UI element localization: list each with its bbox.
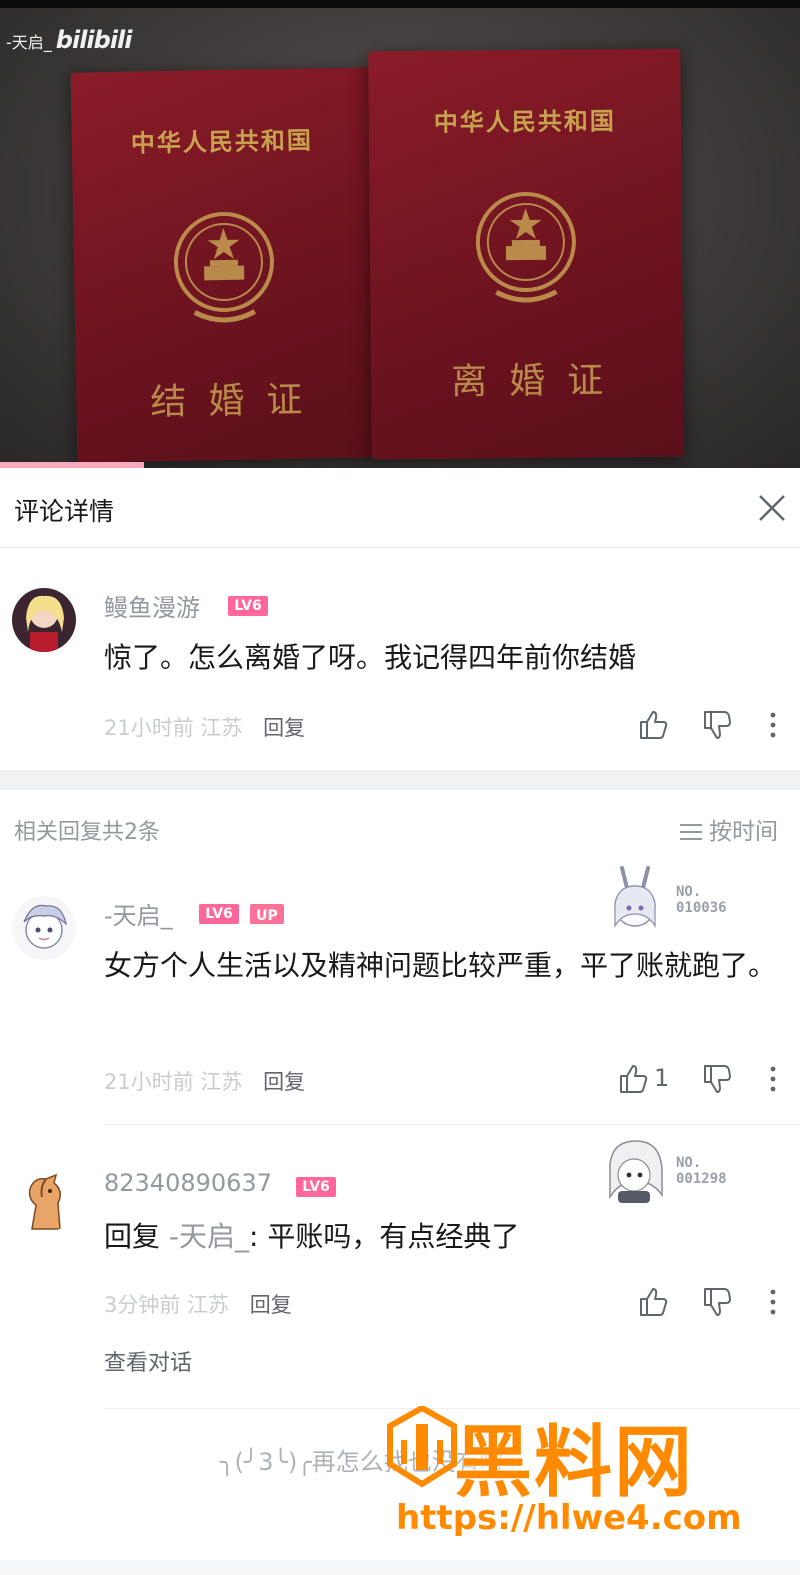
bilibili-logo: bilibili bbox=[55, 26, 133, 54]
comment-username[interactable]: 82340890637 bbox=[104, 1169, 272, 1197]
avatar[interactable] bbox=[12, 896, 76, 960]
sort-by-time-button[interactable]: 按时间 bbox=[679, 812, 778, 846]
marriage-certificate-image: 中华人民共和国 结婚证 bbox=[70, 67, 378, 463]
more-options-icon[interactable] bbox=[766, 1285, 780, 1319]
level-badge: LV6 bbox=[199, 904, 239, 924]
watermark-user: -天启_ bbox=[6, 33, 52, 52]
video-watermark: -天启_ bilibili bbox=[6, 26, 132, 54]
divorce-certificate-image: 中华人民共和国 离婚证 bbox=[368, 48, 684, 460]
national-emblem-icon bbox=[475, 192, 576, 303]
more-options-icon[interactable] bbox=[766, 1062, 780, 1096]
comment-detail-header: 评论详情 bbox=[0, 468, 800, 548]
site-watermark: 黑料网 https://hlwe4.com bbox=[380, 1400, 780, 1560]
booklet-name-text: 离婚证 bbox=[450, 360, 626, 403]
thumbs-up-icon[interactable] bbox=[616, 1062, 650, 1096]
main-comment: 鳗鱼漫游 LV6 惊了。怎么离婚了呀。我记得四年前你结婚 21小时前 江苏 回复 bbox=[0, 548, 800, 770]
thumbs-down-icon[interactable] bbox=[700, 708, 734, 742]
reply-text: : 平账吗，有点经典了 bbox=[249, 1220, 520, 1253]
comment-username[interactable]: -天启_ bbox=[104, 896, 173, 931]
comment-time: 21小时前 bbox=[104, 1070, 194, 1094]
comment-username[interactable]: 鳗鱼漫游 bbox=[104, 588, 200, 623]
reply-button[interactable]: 回复 bbox=[263, 716, 305, 740]
reply-prefix: 回复 bbox=[104, 1220, 169, 1253]
comment-meta: 21小时前 江苏 回复 bbox=[104, 1066, 305, 1096]
medal-character-icon bbox=[614, 866, 656, 929]
related-count: 相关回复共2条 bbox=[14, 820, 160, 845]
booklet-country-text: 中华人民共和国 bbox=[433, 106, 616, 137]
sort-icon bbox=[680, 824, 702, 840]
booklet-name-text: 结婚证 bbox=[150, 379, 325, 424]
fan-medal: NO. 001298 bbox=[600, 1135, 780, 1211]
close-icon[interactable] bbox=[752, 488, 792, 528]
comment-time: 3分钟前 bbox=[104, 1293, 181, 1317]
uploader-badge: UP bbox=[250, 904, 284, 924]
comment-meta: 3分钟前 江苏 回复 bbox=[104, 1289, 292, 1319]
medal-number-label: NO. bbox=[676, 884, 702, 900]
medal-number: NO. 010036 bbox=[676, 884, 727, 916]
page-title: 评论详情 bbox=[14, 497, 115, 526]
level-badge: LV6 bbox=[228, 596, 268, 616]
comment-location: 江苏 bbox=[187, 1293, 230, 1317]
bottom-bar bbox=[0, 1560, 800, 1575]
medal-number: NO. 001298 bbox=[676, 1155, 727, 1187]
site-logo-icon bbox=[387, 1406, 457, 1488]
more-options-icon[interactable] bbox=[766, 708, 780, 742]
reply-button[interactable]: 回复 bbox=[263, 1070, 305, 1094]
related-replies-bar: 相关回复共2条 按时间 bbox=[0, 790, 800, 870]
view-conversation-link[interactable]: 查看对话 bbox=[104, 1345, 192, 1377]
like-count: 1 bbox=[654, 1064, 670, 1092]
fan-medal: NO. 010036 bbox=[600, 864, 780, 940]
comment-text: 回复 -天启_: 平账吗，有点经典了 bbox=[104, 1211, 754, 1263]
thumbs-down-icon[interactable] bbox=[700, 1285, 734, 1319]
site-url: https://hlwe4.com bbox=[396, 1498, 742, 1538]
site-brand: 黑料网 bbox=[454, 1418, 695, 1508]
status-bar bbox=[0, 0, 800, 8]
medal-number-value: 001298 bbox=[676, 1171, 727, 1187]
reply-button[interactable]: 回复 bbox=[250, 1293, 292, 1317]
comment-time: 21小时前 bbox=[104, 716, 194, 740]
national-emblem-icon bbox=[173, 212, 274, 323]
medal-number-label: NO. bbox=[676, 1155, 702, 1171]
reply-to-user-link[interactable]: -天启_ bbox=[169, 1220, 249, 1253]
reply-item: -天启_ LV6 UP NO. 010036 女方个人生活以及精神问题比较严重，… bbox=[0, 866, 800, 1124]
avatar[interactable] bbox=[12, 1169, 76, 1233]
comment-location: 江苏 bbox=[200, 716, 243, 740]
medal-character-icon bbox=[609, 1140, 663, 1203]
comment-meta: 21小时前 江苏 回复 bbox=[104, 712, 305, 742]
section-divider bbox=[0, 770, 800, 790]
video-player[interactable]: 中华人民共和国 结婚证 中华人民共和国 离婚证 -天启_ bilibili bbox=[0, 0, 800, 468]
avatar[interactable] bbox=[12, 588, 76, 652]
medal-number-value: 010036 bbox=[676, 900, 727, 916]
comment-text: 惊了。怎么离婚了呀。我记得四年前你结婚 bbox=[104, 641, 637, 674]
level-badge: LV6 bbox=[296, 1177, 336, 1197]
comment-location: 江苏 bbox=[200, 1070, 243, 1094]
sort-label: 按时间 bbox=[709, 819, 778, 845]
thumbs-up-icon[interactable] bbox=[636, 1285, 670, 1319]
comment-text: 女方个人生活以及精神问题比较严重，平了账就跑了。 bbox=[104, 949, 777, 982]
thumbs-up-icon[interactable] bbox=[636, 708, 670, 742]
booklet-country-text: 中华人民共和国 bbox=[130, 125, 314, 158]
thumbs-down-icon[interactable] bbox=[700, 1062, 734, 1096]
